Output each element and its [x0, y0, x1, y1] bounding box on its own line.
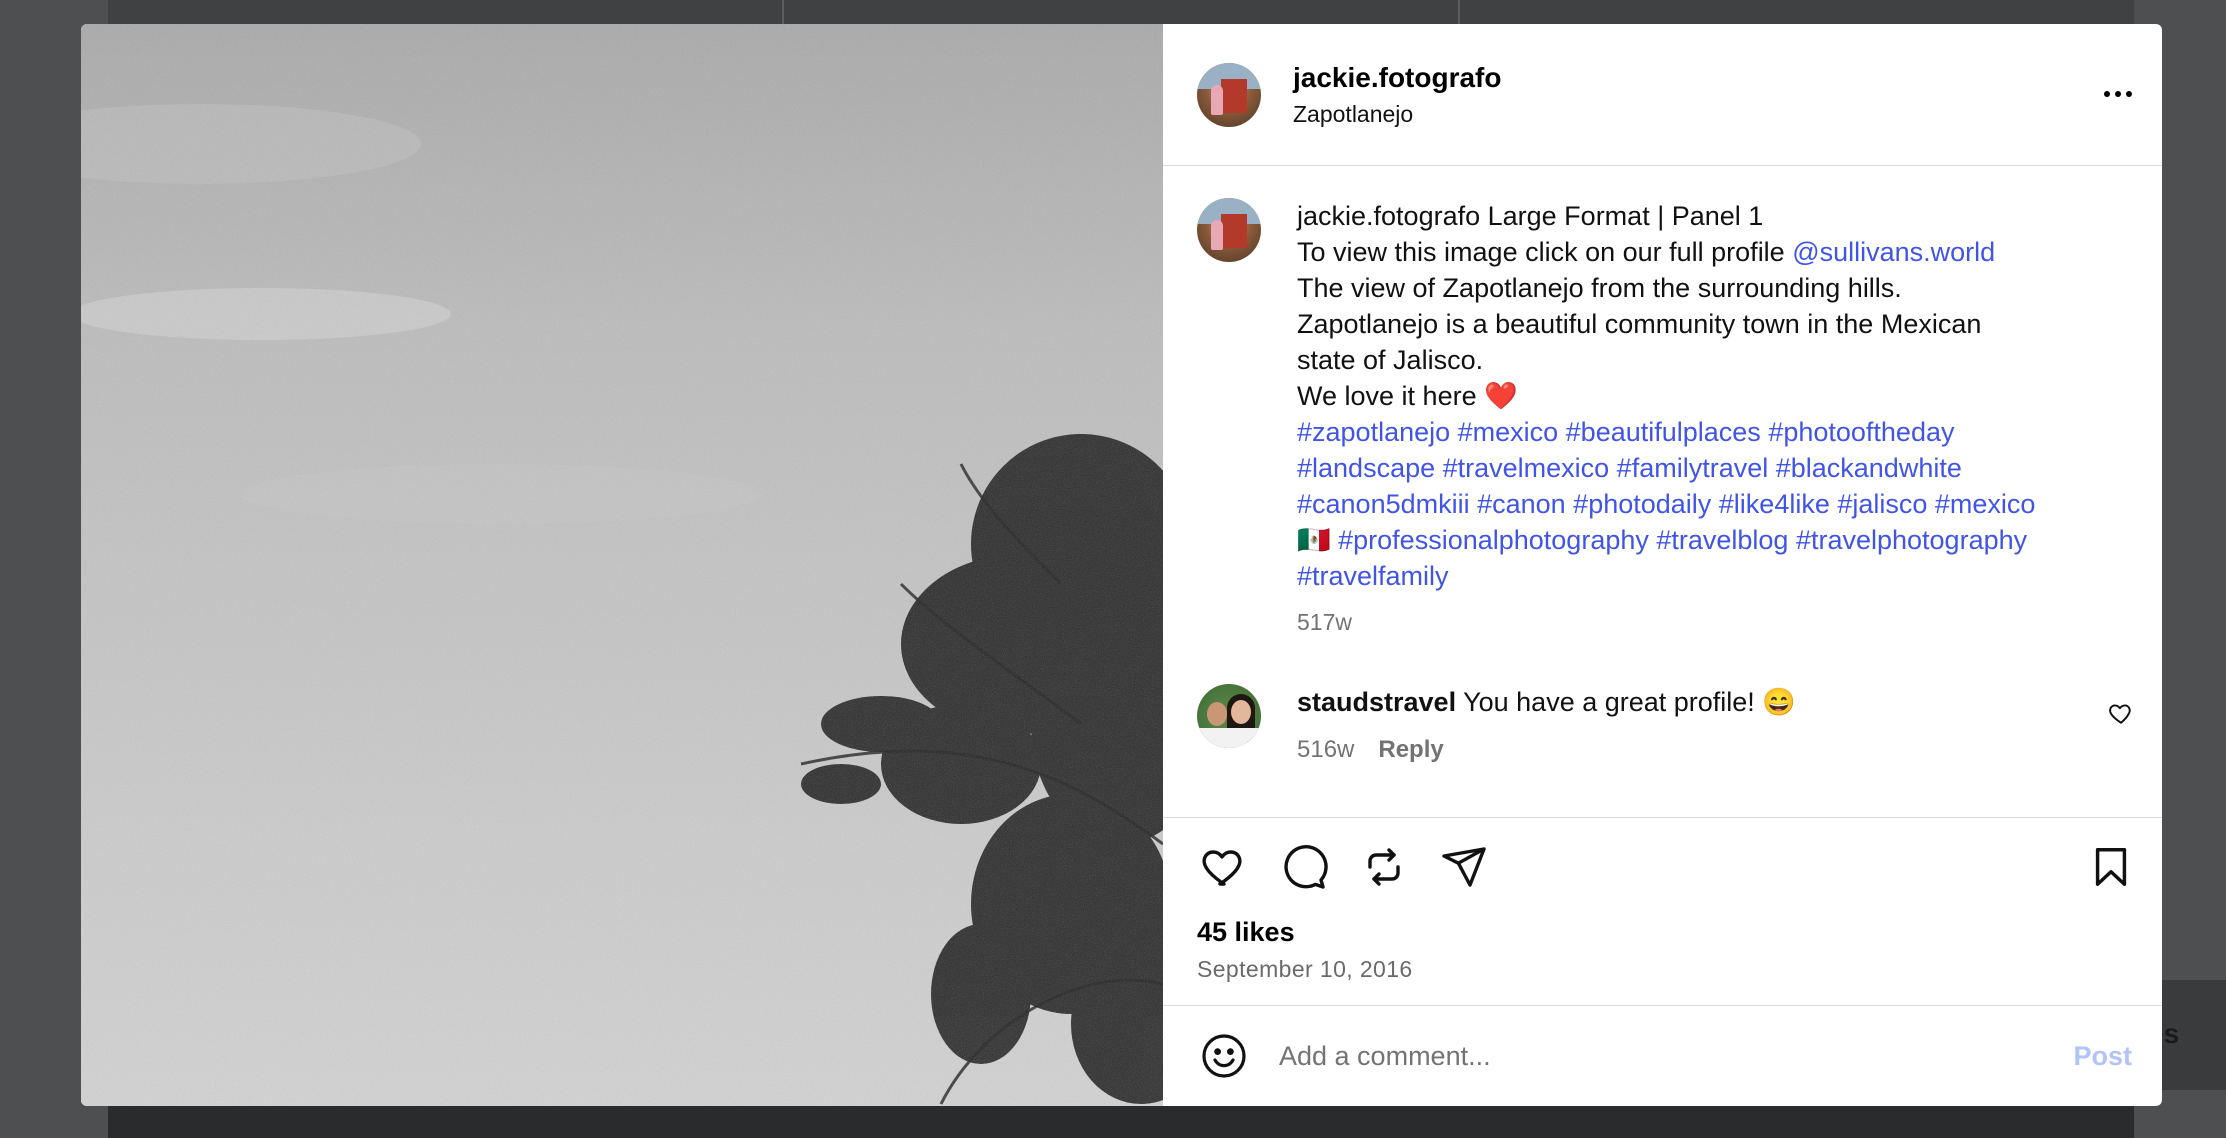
repost-icon[interactable] [1357, 840, 1411, 894]
author-avatar[interactable] [1197, 62, 1261, 127]
post-button[interactable]: Post [2073, 1041, 2132, 1072]
post-image[interactable] [81, 24, 1163, 1106]
bookmark-icon[interactable] [2084, 840, 2138, 894]
hashtag-links[interactable]: #professionalphotography #travelblog #tr… [1338, 525, 2027, 555]
caption-text: Zapotlanejo is a beautiful community tow… [1297, 309, 1982, 339]
comments-section[interactable]: jackie.fotografo Large Format | Panel 1 … [1163, 166, 2162, 818]
caption-text: The view of Zapotlanejo from the surroun… [1297, 273, 1902, 303]
caption-text: To view this image click on our full pro… [1297, 237, 1793, 267]
mention-link[interactable]: @sullivans.world [1792, 237, 1995, 267]
post-modal: jackie.fotografo Zapotlanejo jackie.foto… [81, 24, 2162, 1106]
more-options-icon[interactable] [2098, 76, 2138, 112]
comment-icon[interactable] [1277, 840, 1331, 894]
emoji-icon[interactable] [1197, 1029, 1251, 1083]
caption-text: state of Jalisco. [1297, 345, 1484, 375]
comment-like-icon[interactable] [2108, 700, 2134, 731]
add-comment-bar: Post [1163, 1005, 2162, 1106]
comment-item: staudstravel You have a great profile! 😄… [1197, 684, 2138, 768]
post-photo-scene [81, 24, 1163, 1106]
share-icon[interactable] [1437, 840, 1491, 894]
post-header: jackie.fotografo Zapotlanejo [1163, 24, 2162, 166]
action-bar [1163, 832, 2162, 902]
caption: jackie.fotografo Large Format | Panel 1 … [1197, 198, 2122, 640]
caption-username[interactable]: jackie.fotografo [1297, 201, 1480, 231]
post-date[interactable]: September 10, 2016 [1163, 952, 2162, 986]
background-thumbnails-row [108, 1106, 2134, 1138]
caption-title: Large Format | Panel 1 [1487, 201, 1764, 231]
like-icon[interactable] [1197, 840, 1251, 894]
hashtag-links[interactable]: #travelfamily [1297, 558, 2035, 594]
caption-text: We love it here ❤️ [1297, 381, 1518, 411]
mexico-flag-emoji: 🇲🇽 [1297, 525, 1331, 555]
reply-button[interactable]: Reply [1378, 732, 1443, 768]
comment-timestamp[interactable]: 516w [1297, 732, 1354, 768]
comment-text: You have a great profile! 😄 [1463, 687, 1796, 717]
hashtag-links[interactable]: #landscape #travelmexico #familytravel #… [1297, 450, 2035, 486]
post-location[interactable]: Zapotlanejo [1293, 99, 1501, 129]
post-sidebar: jackie.fotografo Zapotlanejo jackie.foto… [1163, 24, 2162, 1106]
comment-input[interactable] [1277, 1039, 2074, 1073]
likes-count[interactable]: 45 likes [1163, 912, 2162, 952]
caption-timestamp[interactable]: 517w [1297, 604, 2035, 640]
author-username[interactable]: jackie.fotografo [1293, 61, 1501, 95]
hashtag-links[interactable]: #zapotlanejo #mexico #beautifulplaces #p… [1297, 414, 2035, 450]
commenter-username[interactable]: staudstravel [1297, 687, 1456, 717]
commenter-avatar[interactable] [1197, 684, 1261, 748]
caption-avatar[interactable] [1197, 198, 1261, 262]
hashtag-links[interactable]: #canon5dmkiii #canon #photodaily #like4l… [1297, 486, 2035, 522]
